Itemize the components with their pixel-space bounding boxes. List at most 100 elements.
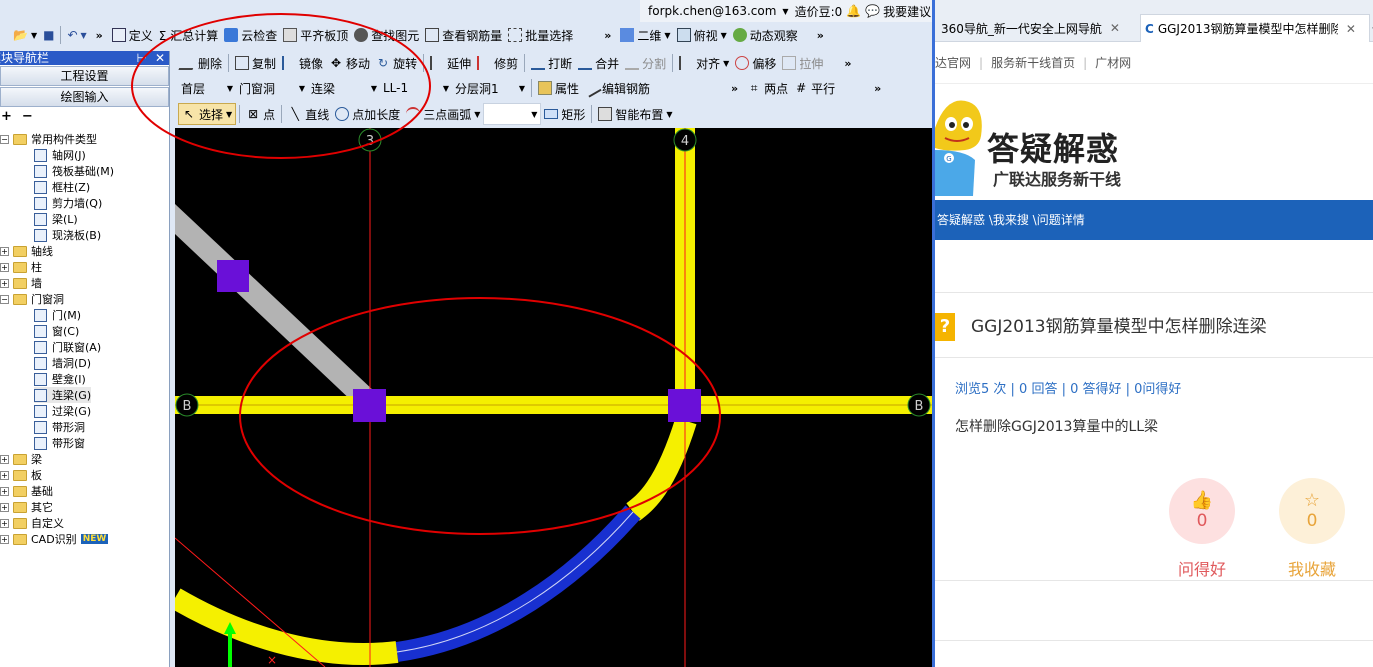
dynamic-view-button[interactable]: 动态观察 (730, 24, 801, 46)
tree-item[interactable]: 窗(C) (34, 323, 79, 339)
drawing-canvas[interactable]: 3 4 B B × (169, 128, 932, 667)
move-button[interactable]: ✥ 移动 (326, 52, 373, 74)
tree-folder[interactable]: − 门窗洞 (0, 291, 64, 307)
cloud-check-button[interactable]: 云检查 (221, 24, 280, 46)
tree-item[interactable]: 门(M) (34, 307, 81, 323)
column-axis-4-b[interactable] (668, 389, 701, 422)
tree-folder[interactable]: + 墙 (0, 275, 42, 291)
bell-icon[interactable]: 🔔 (846, 4, 861, 18)
link-official[interactable]: 达官网 (935, 54, 971, 71)
link-service-home[interactable]: 服务新干线首页 (991, 54, 1075, 71)
vote-circle[interactable]: ☆ 0 (1279, 478, 1345, 544)
more-chevron-icon[interactable]: » (811, 29, 830, 42)
expand-icon[interactable]: + (0, 486, 9, 496)
vote-circle[interactable]: 👍 0 (1169, 478, 1235, 544)
close-icon[interactable]: ✕ (155, 51, 165, 65)
link-material[interactable]: 广材网 (1095, 54, 1131, 71)
edit-rebar-button[interactable]: 编辑钢筋 (582, 77, 653, 99)
tree-item[interactable]: 门联窗(A) (34, 339, 101, 355)
save-icon[interactable]: ■ (40, 24, 57, 46)
tree-folder[interactable]: + 其它 (0, 499, 53, 515)
category-select[interactable]: 门窗洞 ▼ (236, 77, 308, 99)
select-button[interactable]: ↖ 选择 ▼ (178, 103, 237, 125)
more-chevron-icon[interactable]: » (868, 82, 887, 95)
expand-icon[interactable]: + (0, 518, 9, 528)
delete-button[interactable]: 删除 (178, 52, 225, 74)
break-button[interactable]: 打断 (528, 52, 575, 74)
find-element-button[interactable]: 查找图元 (351, 24, 422, 46)
point-button[interactable]: ⊠ 点 (243, 103, 278, 125)
undo-icon[interactable]: ↶ ▼ (64, 24, 89, 46)
rectangle-button[interactable]: 矩形 (541, 103, 588, 125)
expand-icon[interactable]: + (0, 246, 9, 256)
offset-button[interactable]: 偏移 (732, 52, 779, 74)
two-points-button[interactable]: ⌗ 两点 (744, 77, 791, 99)
arc-option-select[interactable]: ▼ (483, 103, 542, 125)
tree-item[interactable]: 过梁(G) (34, 403, 91, 419)
tree-item[interactable]: 轴网(J) (34, 147, 86, 163)
collapse-all-icon[interactable]: − (22, 109, 33, 124)
align-slab-top-button[interactable]: 平齐板顶 (280, 24, 351, 46)
collapse-icon[interactable]: − (0, 134, 9, 144)
expand-icon[interactable]: + (0, 470, 9, 480)
more-chevron-icon[interactable]: » (838, 57, 857, 70)
chat-icon[interactable]: 💬 (865, 4, 880, 18)
three-point-arc-button[interactable]: 三点画弧 ▼ (403, 103, 483, 125)
tree-folder[interactable]: + 自定义 (0, 515, 64, 531)
column-axis-3-b[interactable] (353, 389, 386, 422)
tree-item[interactable]: 剪力墙(Q) (34, 195, 102, 211)
expand-icon[interactable]: + (0, 502, 9, 512)
tree-item[interactable]: 梁(L) (34, 211, 78, 227)
tree-item[interactable]: 连梁(G) (34, 387, 92, 403)
chevron-down-icon[interactable]: ▼ (782, 7, 788, 16)
align-dropdown[interactable]: 对齐 ▼ (676, 52, 732, 74)
line-button[interactable]: ╲ 直线 (285, 103, 332, 125)
properties-button[interactable]: 属性 (535, 77, 582, 99)
tree-item[interactable]: 现浇板(B) (34, 227, 101, 243)
tree-folder[interactable]: − 常用构件类型 (0, 131, 97, 147)
trim-button[interactable]: 修剪 (474, 52, 521, 74)
tree-item[interactable]: 墙洞(D) (34, 355, 91, 371)
account-email[interactable]: forpk.chen@163.com (648, 4, 776, 18)
tree-folder[interactable]: + CAD识别 NEW (0, 531, 109, 547)
rotate-button[interactable]: ↻ 旋转 (373, 52, 420, 74)
good-question-vote[interactable]: 👍 0 问得好 (1168, 478, 1236, 580)
expand-icon[interactable]: + (0, 262, 9, 272)
batch-select-button[interactable]: 批量选择 (505, 24, 576, 46)
more-chevron-icon[interactable]: » (598, 29, 617, 42)
summary-calc-button[interactable]: Σ 汇总计算 (156, 24, 221, 46)
point-length-button[interactable]: 点加长度 (332, 103, 403, 125)
close-icon[interactable]: ✕ (1346, 22, 1356, 36)
tree-folder[interactable]: + 板 (0, 467, 42, 483)
question-stats[interactable]: 浏览5 次 | 0 回答 | 0 答得好 | 0问得好 (955, 378, 1181, 397)
open-folder-icon[interactable]: 📂 ▼ (10, 24, 40, 46)
layer-select[interactable]: 分层洞1 ▼ (452, 77, 528, 99)
more-chevron-icon[interactable]: » (725, 82, 744, 95)
favorite-vote[interactable]: ☆ 0 我收藏 (1278, 478, 1346, 580)
more-chevron-icon[interactable]: » (90, 29, 109, 42)
column-top-left[interactable] (217, 260, 249, 292)
smart-layout-dropdown[interactable]: 智能布置 ▼ (595, 103, 675, 125)
stretch-button[interactable]: 拉伸 (779, 52, 826, 74)
close-icon[interactable]: ✕ (1110, 21, 1120, 35)
type-select[interactable]: 连梁 ▼ (308, 77, 380, 99)
define-button[interactable]: 定义 (109, 24, 156, 46)
suggest-link[interactable]: 我要建议 (883, 3, 931, 20)
breadcrumb[interactable]: 答疑解惑 \我来搜 \问题详情 (935, 200, 1373, 240)
tab-ggj-question[interactable]: C GGJ2013钢筋算量模型中怎样删除 ✕ (1140, 14, 1370, 42)
view-2d-dropdown[interactable]: 二维 ▼ (617, 24, 673, 46)
drawing-input-button[interactable]: 绘图输入 (0, 87, 169, 107)
component-select[interactable]: LL-1 ▼ (380, 77, 452, 99)
view-rebar-button[interactable]: 查看钢筋量 (422, 24, 505, 46)
top-view-dropdown[interactable]: 俯视 ▼ (674, 24, 730, 46)
tree-item[interactable]: 壁龛(I) (34, 371, 86, 387)
expand-icon[interactable]: + (0, 454, 9, 464)
pin-icon[interactable]: ⊢ (136, 51, 146, 65)
tree-item[interactable]: 带形洞 (34, 419, 85, 435)
project-settings-button[interactable]: 工程设置 (0, 66, 169, 86)
tree-folder[interactable]: + 轴线 (0, 243, 53, 259)
expand-icon[interactable]: + (0, 534, 9, 544)
extend-button[interactable]: 延伸 (427, 52, 474, 74)
expand-all-icon[interactable]: + (1, 109, 12, 124)
tree-item[interactable]: 带形窗 (34, 435, 85, 451)
